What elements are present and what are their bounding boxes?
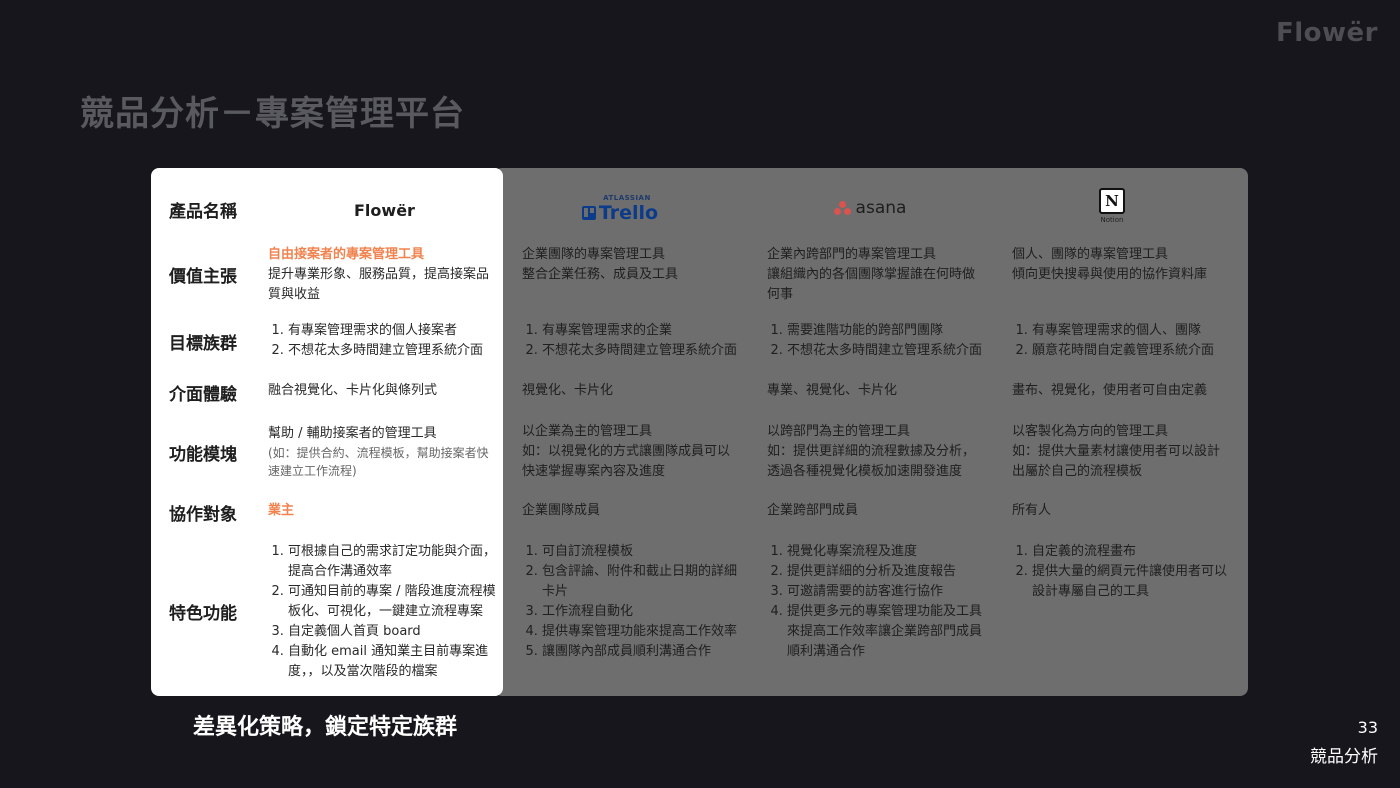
flower-ui: 融合視覺化、卡片化與條列式	[268, 383, 438, 398]
notion-collab: 所有人	[1012, 503, 1052, 518]
asana-logo-text: asana	[855, 198, 907, 218]
flower-module-text: 幫助 / 輔助接案者的管理工具	[268, 426, 437, 441]
list-item: 讓團隊內部成員順利溝通合作	[542, 642, 747, 662]
flower-feature: 可根據自己的需求訂定功能與介面，提高合作溝通效率 可通知目前的專案 / 階段進度…	[268, 542, 498, 682]
row-label-ui: 介面體驗	[169, 385, 237, 405]
flower-logo: Flowër	[268, 198, 488, 222]
page-title: 競品分析－專案管理平台	[80, 94, 465, 134]
notion-icon: N	[1099, 188, 1125, 214]
row-label-name: 產品名稱	[169, 202, 237, 222]
flower-value: 自由接案者的專案管理工具 提升專業形象、服務品質，提高接案品質與收益	[268, 245, 496, 305]
notion-logo: N Notion	[1090, 186, 1134, 226]
row-label-target: 目標族群	[169, 334, 237, 354]
list-item: 提供大量的網頁元件讓使用者可以設計專屬自己的工具	[1032, 562, 1237, 602]
flower-value-accent: 自由接案者的專案管理工具	[268, 247, 425, 262]
trello-target: 有專案管理需求的企業 不想花太多時間建立管理系統介面	[522, 321, 757, 361]
row-label-value: 價值主張	[169, 267, 237, 287]
list-item: 提供更詳細的分析及進度報告	[787, 562, 992, 582]
asana-icon	[833, 201, 852, 215]
row-label-collab: 協作對象	[169, 505, 237, 525]
notion-logo-text: Notion	[1100, 216, 1124, 224]
strategy-tagline: 差異化策略，鎖定特定族群	[193, 715, 458, 740]
list-item: 包含評論、附件和截止日期的詳細卡片	[542, 562, 747, 602]
list-item: 不想花太多時間建立管理系統介面	[288, 341, 503, 361]
list-item: 可邀請需要的訪客進行協作	[787, 582, 992, 602]
trello-collab: 企業團隊成員	[522, 503, 601, 518]
asana-module: 以跨部門為主的管理工具 如：提供更詳細的流程數據及分析，透過各種視覺化模板加速開…	[767, 424, 976, 479]
trello-ui: 視覺化、卡片化	[522, 383, 614, 398]
list-item: 可根據自己的需求訂定功能與介面，提高合作溝通效率	[288, 542, 498, 582]
list-item: 有專案管理需求的個人接案者	[288, 321, 503, 341]
row-label-module: 功能模塊	[169, 445, 237, 465]
list-item: 自定義個人首頁 board	[288, 622, 498, 642]
asana-feature: 視覺化專案流程及進度 提供更詳細的分析及進度報告 可邀請需要的訪客進行協作 提供…	[767, 542, 992, 662]
trello-value: 企業團隊的專案管理工具 整合企業任務、成員及工具	[522, 247, 679, 282]
list-item: 可自訂流程模板	[542, 542, 747, 562]
list-item: 自定義的流程畫布	[1032, 542, 1237, 562]
list-item: 視覺化專案流程及進度	[787, 542, 992, 562]
trello-module: 以企業為主的管理工具 如：以視覺化的方式讓團隊成員可以快速掌握專案內容及進度	[522, 424, 731, 479]
notion-module: 以客製化為方向的管理工具 如：提供大量素材讓使用者可以設計出屬於自己的流程模板	[1012, 424, 1221, 479]
list-item: 不想花太多時間建立管理系統介面	[542, 341, 757, 361]
list-item: 工作流程自動化	[542, 602, 747, 622]
brand-logo: Flowër	[1275, 18, 1378, 48]
notion-ui: 畫布、視覺化，使用者可自由定義	[1012, 383, 1208, 398]
flower-collab-text: 業主	[268, 503, 295, 518]
notion-target: 有專案管理需求的個人、團隊 願意花時間自定義管理系統介面	[1012, 321, 1242, 361]
atlassian-label: ATLASSIAN	[603, 194, 651, 202]
trello-feature: 可自訂流程模板 包含評論、附件和截止日期的詳細卡片 工作流程自動化 提供專案管理…	[522, 542, 747, 662]
flower-module: 幫助 / 輔助接案者的管理工具 (如：提供合約、流程模板，幫助接案者快速建立工作…	[268, 424, 496, 480]
page-number: 33	[1357, 718, 1378, 737]
asana-target: 需要進階功能的跨部門團隊 不想花太多時間建立管理系統介面	[767, 321, 1002, 361]
section-label: 競品分析	[1310, 747, 1378, 767]
row-label-feature: 特色功能	[169, 604, 237, 624]
notion-value: 個人、團隊的專案管理工具 傾向更快搜尋與使用的協作資料庫	[1012, 247, 1208, 282]
list-item: 提供專案管理功能來提高工作效率	[542, 622, 747, 642]
asana-value: 企業內跨部門的專案管理工具 讓組織內的各個團隊掌握誰在何時做何事	[767, 247, 976, 302]
notion-feature: 自定義的流程畫布 提供大量的網頁元件讓使用者可以設計專屬自己的工具	[1012, 542, 1237, 602]
list-item: 可通知目前的專案 / 階段進度流程模板化、可視化，一鍵建立流程專案	[288, 582, 498, 622]
list-item: 願意花時間自定義管理系統介面	[1032, 341, 1242, 361]
list-item: 有專案管理需求的企業	[542, 321, 757, 341]
list-item: 不想花太多時間建立管理系統介面	[787, 341, 1002, 361]
trello-logo-text: Trello	[598, 202, 659, 224]
asana-collab: 企業跨部門成員	[767, 503, 859, 518]
list-item: 提供更多元的專案管理功能及工具來提高工作效率讓企業跨部門成員順利溝通合作	[787, 602, 992, 662]
flower-target: 有專案管理需求的個人接案者 不想花太多時間建立管理系統介面	[268, 321, 503, 361]
asana-logo: asana	[820, 196, 920, 220]
trello-icon	[581, 206, 596, 220]
flower-module-note: (如：提供合約、流程模板，幫助接案者快速建立工作流程)	[268, 446, 489, 478]
list-item: 有專案管理需求的個人、團隊	[1032, 321, 1242, 341]
flower-logo-text: Flowër	[354, 200, 415, 220]
flower-collab: 業主	[268, 501, 496, 521]
flower-value-text: 提升專業形象、服務品質，提高接案品質與收益	[268, 267, 490, 302]
trello-logo: ATLASSIAN Trello	[560, 192, 680, 226]
list-item: 需要進階功能的跨部門團隊	[787, 321, 1002, 341]
list-item: 自動化 email 通知業主目前專案進度，，以及當次階段的檔案	[288, 642, 498, 682]
asana-ui: 專業、視覺化、卡片化	[767, 383, 898, 398]
